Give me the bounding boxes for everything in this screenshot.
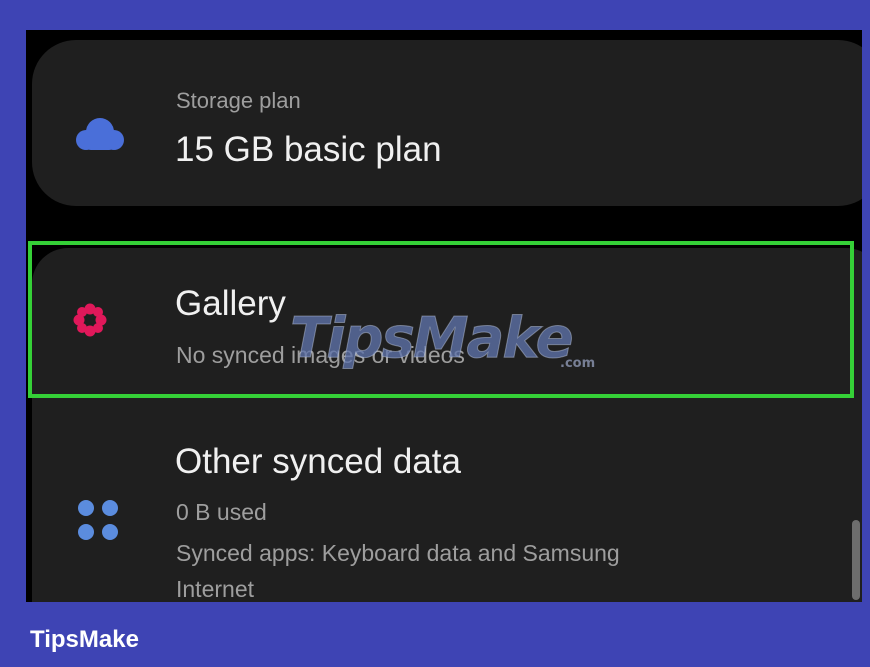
storage-plan-card[interactable] [32,40,862,206]
scrollbar[interactable] [852,520,860,600]
synced-apps-line-2: Internet [176,576,254,602]
tipsmake-watermark: TipsMake [290,306,575,372]
other-synced-data-card[interactable] [32,396,862,602]
apps-grid-icon [78,500,118,540]
synced-apps-line-1: Synced apps: Keyboard data and Samsung [176,540,620,566]
watermark-domain-suffix: .com [560,356,596,371]
footer-brand: TipsMake [30,626,139,653]
other-synced-data-usage: 0 B used [176,499,267,525]
storage-plan-value: 15 GB basic plan [175,130,442,169]
other-synced-data-title: Other synced data [175,442,461,481]
storage-plan-label: Storage plan [176,88,301,113]
cloud-icon [76,118,124,150]
